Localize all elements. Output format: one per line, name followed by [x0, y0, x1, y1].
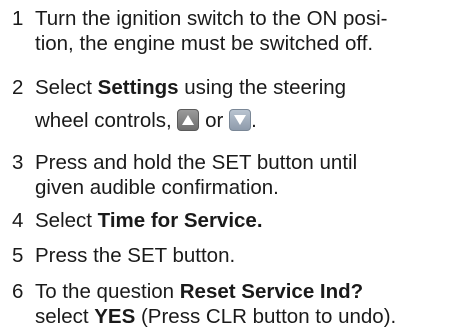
step-text: Select Settings using the steering wheel…: [35, 75, 460, 136]
step-text-prefix: wheel controls,: [35, 109, 178, 132]
step-text-line: Press and hold the SET button until: [35, 151, 358, 174]
step-text: Turn the ignition switch to the ON posi-…: [35, 6, 460, 56]
step-number: 5: [12, 244, 24, 267]
menu-item-time-for-service: Time for Service.: [97, 209, 263, 232]
step-text-line: Select Time for Service.: [35, 208, 460, 233]
step-text-suffix: .: [251, 109, 257, 132]
step-number: 1: [12, 7, 24, 30]
step-text: To the question Reset Service Ind? selec…: [35, 279, 460, 329]
step-text-suffix: (Press CLR button to undo).: [135, 305, 397, 328]
step-text-prefix: select: [35, 305, 95, 328]
step-number: 3: [12, 151, 24, 174]
step-number: 2: [12, 76, 24, 99]
step-text-line: select YES (Press CLR button to undo).: [35, 304, 460, 329]
step-text-middle: or: [199, 109, 230, 132]
step-text-prefix: Select: [35, 209, 98, 232]
step-number: 6: [12, 280, 24, 303]
step-text-suffix: using the steering: [178, 76, 347, 99]
step-text-line: Select Settings using the steering: [35, 75, 460, 100]
up-arrow-button-icon: [177, 109, 200, 131]
step-number: 4: [12, 209, 24, 232]
step-text-line: Press the SET button.: [35, 244, 236, 267]
step-text: Select Time for Service.: [35, 208, 460, 233]
step-text-prefix: Select: [35, 76, 98, 99]
step-text: Press the SET button.: [35, 243, 460, 268]
step-text-line: Turn the ignition switch to the ON posi-: [35, 7, 388, 30]
option-yes: YES: [94, 305, 136, 328]
step-text-line: tion, the engine must be switched off.: [35, 32, 374, 55]
step-text-line: given audible confirmation.: [35, 176, 279, 199]
step-text-line: To the question Reset Service Ind?: [35, 279, 460, 304]
menu-item-settings: Settings: [97, 76, 179, 99]
step-text-prefix: To the question: [35, 280, 180, 303]
step-text-line: wheel controls, or .: [35, 106, 460, 136]
step-text: Press and hold the SET button until give…: [35, 150, 460, 200]
down-arrow-button-icon: [229, 109, 252, 131]
menu-item-reset-service-ind: Reset Service Ind?: [179, 280, 364, 303]
